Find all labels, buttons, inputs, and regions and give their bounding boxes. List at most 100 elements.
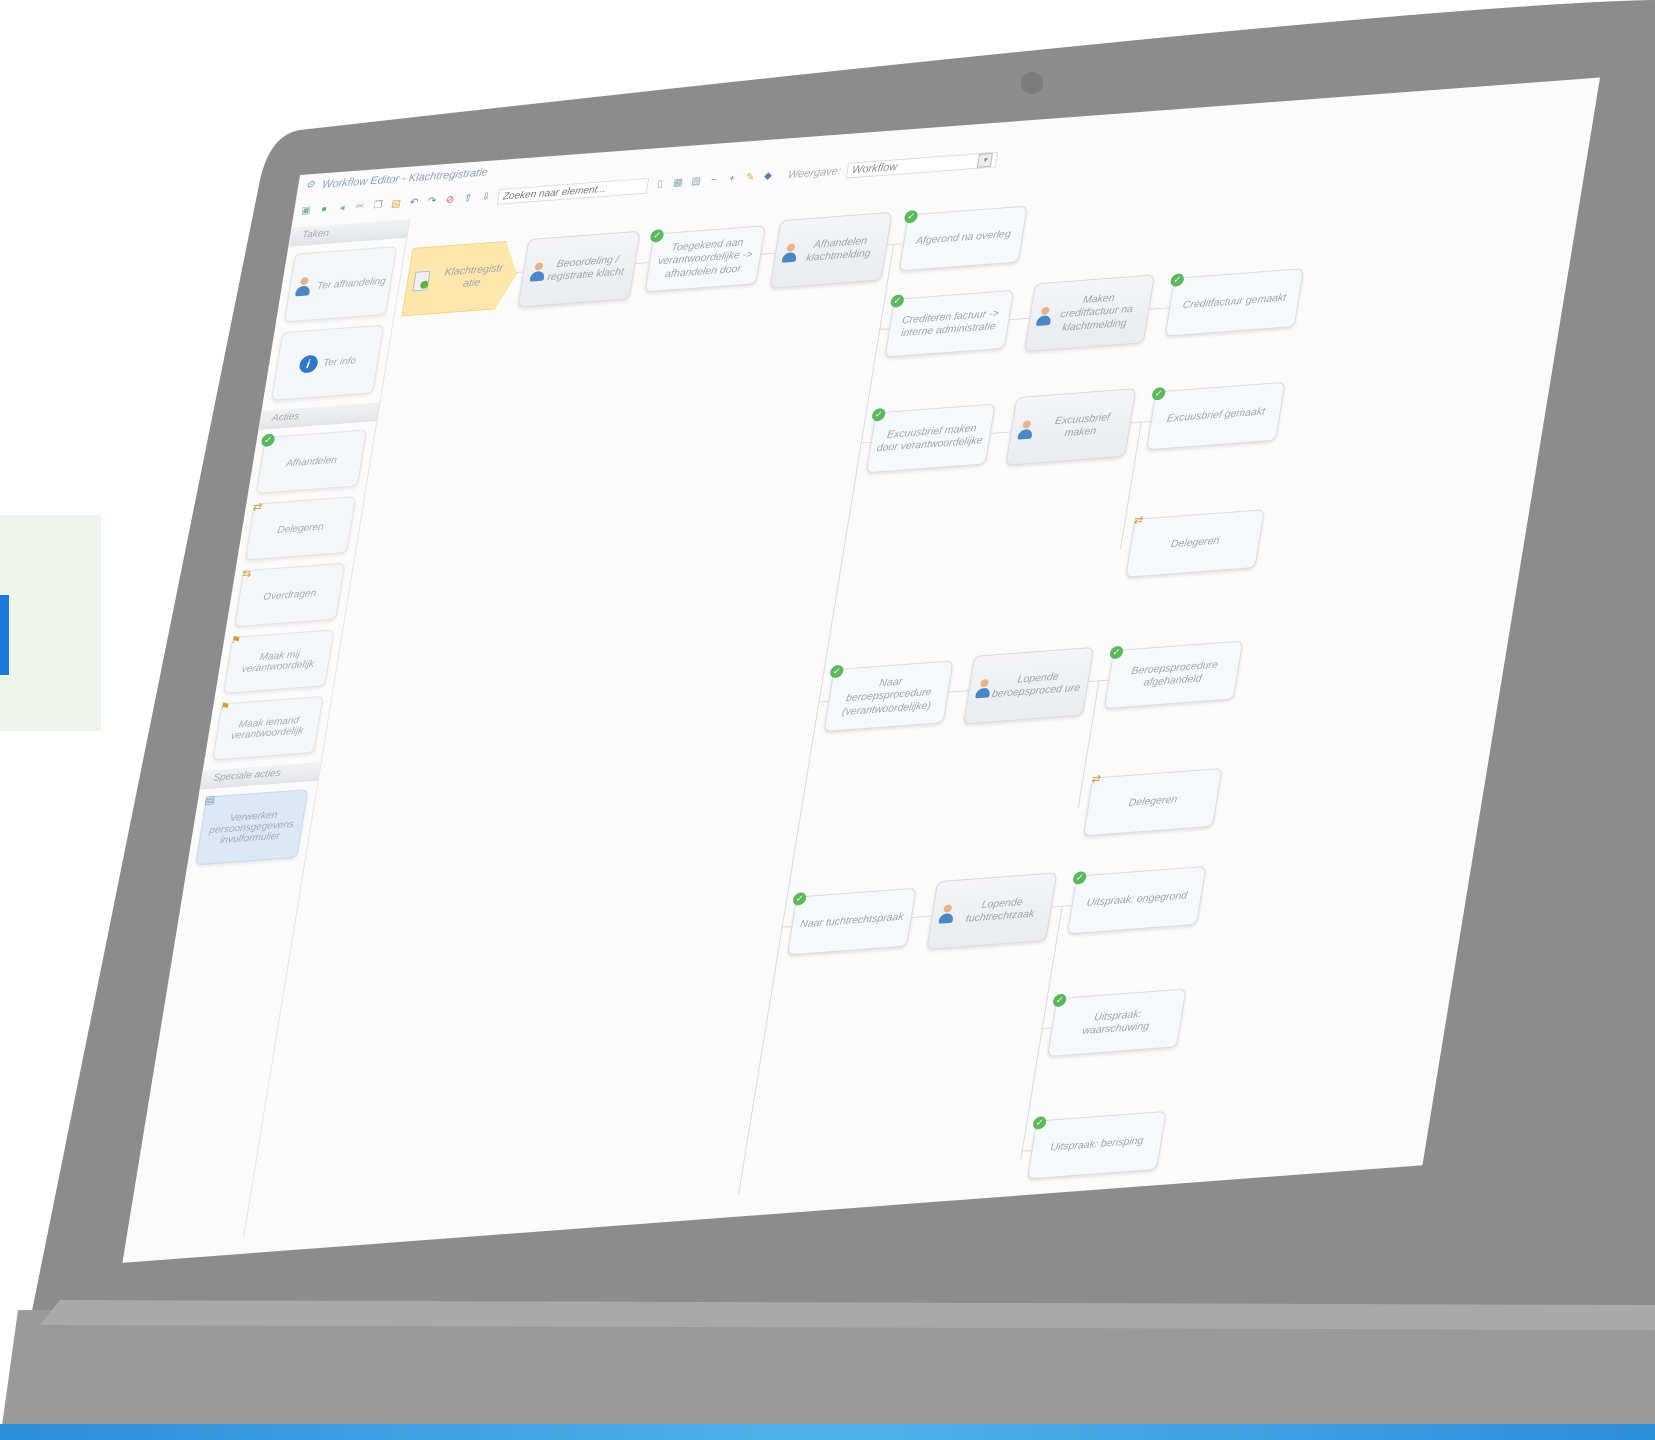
- chevron-down-icon[interactable]: ▾: [976, 153, 994, 168]
- delegate-icon: ⇄: [1132, 514, 1145, 527]
- zoom-in-icon[interactable]: +: [725, 173, 739, 186]
- connector: [1009, 317, 1030, 321]
- node-delegeren-2[interactable]: ⇄ Delegeren: [1082, 767, 1223, 837]
- layout-icon[interactable]: ▦: [671, 177, 685, 190]
- action-overdragen[interactable]: ⇆ Overdragen: [234, 562, 346, 628]
- check-icon: ✓: [1151, 386, 1167, 401]
- node-label: Beoordeling / registratie klacht: [546, 253, 625, 284]
- paste-icon[interactable]: ▤: [389, 198, 403, 211]
- node-label: Creditfactuur gemaakt: [1181, 292, 1288, 312]
- check-icon: ✓: [1052, 993, 1068, 1008]
- node-creditfactuur-gemaakt[interactable]: ✓ Creditfactuur gemaakt: [1164, 268, 1305, 337]
- node-lopende-tuchtrechtzaak[interactable]: Lopende tuchtrechtzaak: [926, 872, 1058, 950]
- node-label: Delegeren: [1169, 535, 1221, 551]
- page-icon[interactable]: ▯: [653, 178, 667, 191]
- responsible-icon: ⚑: [219, 700, 231, 714]
- connector: [759, 252, 776, 255]
- bottom-accent-stripe: [0, 1424, 1655, 1440]
- print-icon[interactable]: ▧: [689, 176, 703, 189]
- check-icon: ✓: [1169, 273, 1185, 287]
- node-crediteren-factuur[interactable]: ✓ Crediteren factuur -> interne administ…: [884, 289, 1015, 358]
- action-label: Maak mij verantwoordelijk: [240, 649, 315, 676]
- form-icon: ▤: [203, 794, 216, 807]
- search-element-input[interactable]: [496, 177, 650, 205]
- node-excuusbrief-gemaakt[interactable]: ✓ Excuusbrief gemaakt: [1146, 381, 1286, 451]
- task-label: Ter afhandeling: [316, 275, 387, 292]
- node-toegekend[interactable]: ✓ Toegekend aan verantwoordelijke -> afh…: [644, 225, 766, 293]
- special-action-verwerken[interactable]: ▤ Verwerken persoonsgegevens invulformul…: [195, 789, 309, 866]
- node-label: Toegekend aan verantwoordelijke -> afhan…: [657, 236, 754, 280]
- node-start-klachtregistratie[interactable]: Klachtregistr atie: [401, 240, 522, 317]
- node-excuusbrief-door[interactable]: ✓ Excuusbrief maken door verantwoordelij…: [865, 403, 996, 474]
- action-delegeren[interactable]: ⇄ Delegeren: [244, 496, 357, 561]
- view-label: Weergave:: [786, 165, 842, 182]
- action-maak-iemand-verantwoordelijk[interactable]: ⚑ Maak iemand verantwoordelijk: [212, 695, 324, 761]
- node-beoordeling[interactable]: Beoordeling / registratie klacht: [517, 230, 641, 308]
- action-maak-mij-verantwoordelijk[interactable]: ⚑ Maak mij verantwoordelijk: [223, 629, 335, 694]
- node-label: Uitspraak: ongegrond: [1085, 889, 1189, 910]
- check-icon: ✓: [889, 294, 905, 308]
- node-uitspraak-ongegrond[interactable]: ✓ Uitspraak: ongegrond: [1066, 865, 1207, 935]
- edit-icon[interactable]: ✎: [743, 172, 757, 185]
- action-label: Afhandelen: [285, 454, 338, 469]
- node-label: Crediteren factuur -> interne administra…: [900, 307, 1000, 340]
- node-excuusbrief-maken[interactable]: Excuusbrief maken: [1005, 388, 1137, 466]
- move-up-icon[interactable]: ⇧: [461, 193, 475, 206]
- node-uitspraak-berisping[interactable]: ✓ Uitspraak: berisping: [1026, 1110, 1167, 1180]
- node-lopende-beroepsprocedure[interactable]: Lopende beroepsproced ure: [962, 646, 1095, 725]
- copy-icon[interactable]: ❐: [371, 200, 385, 213]
- connector: [633, 262, 650, 265]
- node-label: Delegeren: [1127, 793, 1179, 810]
- add-icon[interactable]: ●: [317, 204, 331, 217]
- cut-icon[interactable]: ✂: [353, 201, 367, 214]
- document-icon: [412, 271, 431, 292]
- connector: [879, 328, 890, 330]
- node-label: Naar beroepsprocedure (verantwoordelijke…: [841, 676, 933, 718]
- check-icon: ✓: [871, 407, 887, 422]
- task-ter-afhandeling[interactable]: Ter afhandeling: [283, 246, 398, 323]
- action-afhandelen[interactable]: ✓ Afhandelen: [255, 429, 368, 494]
- check-icon: ✓: [260, 433, 276, 448]
- connector: [781, 926, 792, 928]
- person-icon: [1016, 420, 1034, 441]
- workflow-canvas[interactable]: Klachtregistr atie Beoordeling / registr…: [245, 130, 1591, 1238]
- person-icon: [294, 277, 313, 298]
- person-icon: [1035, 307, 1047, 327]
- check-icon: ✓: [1072, 871, 1088, 885]
- special-action-label: Verwerken persoonsgegevens invulformulie…: [208, 809, 295, 846]
- actions-section-header: Acties: [258, 402, 380, 430]
- node-afgerond-na-overleg[interactable]: ✓ Afgerond na overleg: [898, 205, 1028, 272]
- zoom-out-icon[interactable]: −: [707, 174, 721, 187]
- node-delegeren-1[interactable]: ⇄ Delegeren: [1125, 509, 1265, 578]
- connector: [911, 915, 932, 919]
- node-label: Naar tuchtrechtspraak: [799, 911, 905, 931]
- action-label: Overdragen: [262, 587, 318, 603]
- redo-icon[interactable]: ↷: [425, 196, 439, 209]
- node-label: Afhandelen klachtmelding: [805, 234, 872, 264]
- task-ter-info[interactable]: i Ter info: [271, 324, 385, 401]
- person-icon: [974, 679, 988, 699]
- diamond-icon[interactable]: ◆: [761, 170, 775, 183]
- back-icon[interactable]: ◂: [335, 202, 349, 215]
- move-down-icon[interactable]: ⇩: [479, 192, 493, 205]
- node-label: Maken creditfactuur na klachtmelding: [1059, 292, 1134, 334]
- view-select[interactable]: Workflow ▾: [845, 151, 999, 179]
- node-naar-tuchtrechtspraak[interactable]: ✓ Naar tuchtrechtspraak: [786, 887, 917, 956]
- delete-icon[interactable]: ⊘: [443, 194, 457, 207]
- node-beroepsprocedure-afgehandeld[interactable]: ✓ Beroepsprocedure afgehandeld: [1103, 640, 1244, 710]
- node-maken-creditfactuur[interactable]: Maken creditfactuur na klachtmelding: [1023, 274, 1155, 353]
- check-icon: ✓: [1032, 1116, 1048, 1130]
- editor-window: ⚙ Workflow Editor - Klachtregistratie ▣ …: [122, 77, 1600, 1263]
- node-uitspraak-waarschuwing[interactable]: ✓ Uitspraak: waarschuwing: [1046, 988, 1187, 1057]
- task-label: Ter info: [322, 355, 358, 369]
- responsible-icon: ⚑: [229, 634, 242, 647]
- undo-icon[interactable]: ↶: [407, 197, 421, 210]
- node-label: Excuusbrief maken: [1054, 411, 1111, 440]
- node-label: Klachtregistr atie: [443, 262, 504, 290]
- person-icon: [528, 262, 541, 282]
- node-label: Beroepsprocedure afgehandeld: [1130, 658, 1219, 689]
- node-afhandelen-klachtmelding[interactable]: Afhandelen klachtmelding: [769, 211, 893, 289]
- node-naar-beroepsprocedure[interactable]: ✓ Naar beroepsprocedure (verantwoordelij…: [823, 660, 954, 733]
- save-icon[interactable]: ▣: [299, 205, 313, 218]
- connector: [818, 700, 829, 703]
